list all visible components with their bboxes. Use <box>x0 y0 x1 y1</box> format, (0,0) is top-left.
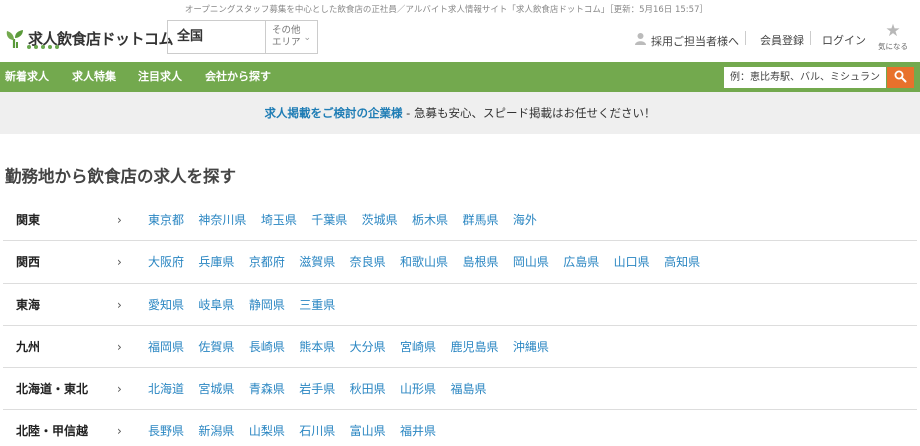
chevron-down-icon: ⌄ <box>303 33 311 43</box>
employer-link-label: 採用ご担当者様へ <box>651 34 739 48</box>
prefecture-link[interactable]: 海外 <box>513 199 537 241</box>
logo-dots <box>27 45 59 49</box>
prefecture-link[interactable]: 秋田県 <box>350 368 386 410</box>
prefecture-link[interactable]: 群馬県 <box>462 199 498 241</box>
prefecture-link[interactable]: 埼玉県 <box>261 199 297 241</box>
region-name[interactable]: 北陸・甲信越 <box>16 410 88 446</box>
prefecture-links: 北海道 宮城県 青森県 岩手県 秋田県 山形県 福島県 <box>148 368 501 410</box>
region-name[interactable]: 関東 <box>16 199 40 241</box>
chevron-right-icon: › <box>117 382 122 397</box>
chevron-right-icon: › <box>117 297 122 312</box>
nav-divider <box>810 31 811 45</box>
prefecture-link[interactable]: 北海道 <box>148 368 184 410</box>
prefecture-link[interactable]: 大分県 <box>350 326 386 368</box>
prefecture-link[interactable]: 奈良県 <box>350 241 386 283</box>
site-header: 求人飲食店ドットコム 全国 その他 エリア ⌄ 採用ご担当者様へ 会員登録 ログ… <box>0 0 920 62</box>
favorites-button[interactable]: ★ 気になる <box>876 23 910 52</box>
person-icon <box>634 32 647 49</box>
prefecture-link[interactable]: 佐賀県 <box>198 326 234 368</box>
prefecture-link[interactable]: 島根県 <box>462 241 498 283</box>
star-icon: ★ <box>885 21 901 41</box>
prefecture-link[interactable]: 茨城県 <box>362 199 398 241</box>
prefecture-link[interactable]: 福岡県 <box>148 326 184 368</box>
prefecture-link[interactable]: 山口県 <box>614 241 650 283</box>
search-button[interactable] <box>887 67 914 88</box>
employer-link[interactable]: 採用ご担当者様へ <box>634 32 739 49</box>
other-area-button[interactable]: その他 エリア ⌄ <box>265 21 317 53</box>
prefecture-link[interactable]: 兵庫県 <box>198 241 234 283</box>
chevron-right-icon: › <box>117 339 122 354</box>
prefecture-link[interactable]: 沖縄県 <box>513 326 549 368</box>
page-title: 勤務地から飲食店の求人を探す <box>5 167 236 186</box>
nav-divider <box>745 31 746 45</box>
prefecture-links: 愛知県 岐阜県 静岡県 三重県 <box>148 284 350 326</box>
prefecture-link[interactable]: 神奈川県 <box>198 199 246 241</box>
region-name[interactable]: 関西 <box>16 241 40 283</box>
employer-banner: 求人掲載をご検討の企業様 - 急募も安心、スピード掲載はお任せください！ <box>0 92 920 134</box>
region-row: 九州 › 福岡県 佐賀県 長崎県 熊本県 大分県 宮崎県 鹿児島県 沖縄県 <box>3 326 917 369</box>
prefecture-link[interactable]: 岐阜県 <box>198 284 234 326</box>
menu-item-companies[interactable]: 会社から探す <box>205 62 271 92</box>
menu-item-new-jobs[interactable]: 新着求人 <box>5 62 49 92</box>
prefecture-links: 東京都 神奈川県 埼玉県 千葉県 茨城県 栃木県 群馬県 海外 <box>148 199 551 241</box>
prefecture-link[interactable]: 宮城県 <box>198 368 234 410</box>
region-row: 関西 › 大阪府 兵庫県 京都府 滋賀県 奈良県 和歌山県 島根県 岡山県 広島県 山口県 高知県 <box>3 241 917 284</box>
prefecture-link[interactable]: 長崎県 <box>249 326 285 368</box>
prefecture-link[interactable]: 広島県 <box>563 241 599 283</box>
region-row: 東海 › 愛知県 岐阜県 静岡県 三重県 <box>3 284 917 326</box>
region-name[interactable]: 東海 <box>16 284 40 326</box>
prefecture-link[interactable]: 山形県 <box>400 368 436 410</box>
banner-employer-link[interactable]: 求人掲載をご検討の企業様 <box>265 106 403 120</box>
region-name[interactable]: 北海道・東北 <box>16 368 88 410</box>
prefecture-link[interactable]: 熊本県 <box>299 326 335 368</box>
banner-text: - 急募も安心、スピード掲載はお任せください！ <box>402 106 656 120</box>
prefecture-link[interactable]: 高知県 <box>664 241 700 283</box>
prefecture-link[interactable]: 愛知県 <box>148 284 184 326</box>
prefecture-link[interactable]: 石川県 <box>299 410 335 446</box>
prefecture-links: 長野県 新潟県 山梨県 石川県 富山県 福井県 <box>148 410 450 446</box>
prefecture-link[interactable]: 千葉県 <box>311 199 347 241</box>
area-value[interactable]: 全国 <box>168 21 265 53</box>
area-selector[interactable]: 全国 その他 エリア ⌄ <box>167 20 318 54</box>
prefecture-links: 福岡県 佐賀県 長崎県 熊本県 大分県 宮崎県 鹿児島県 沖縄県 <box>148 326 563 368</box>
favorites-label: 気になる <box>878 42 908 51</box>
prefecture-link[interactable]: 静岡県 <box>249 284 285 326</box>
prefecture-link[interactable]: 滋賀県 <box>299 241 335 283</box>
prefecture-link[interactable]: 富山県 <box>350 410 386 446</box>
chevron-right-icon: › <box>117 213 122 227</box>
prefecture-link[interactable]: 東京都 <box>148 199 184 241</box>
prefecture-link[interactable]: 山梨県 <box>249 410 285 446</box>
prefecture-link[interactable]: 青森県 <box>249 368 285 410</box>
search-icon <box>894 68 907 87</box>
prefecture-link[interactable]: 岩手県 <box>299 368 335 410</box>
prefecture-link[interactable]: 大阪府 <box>148 241 184 283</box>
prefecture-link[interactable]: 三重県 <box>299 284 335 326</box>
menu-item-features[interactable]: 求人特集 <box>72 62 116 92</box>
login-link[interactable]: ログイン <box>822 32 866 48</box>
prefecture-link[interactable]: 福島県 <box>450 368 486 410</box>
region-row: 北陸・甲信越 › 長野県 新潟県 山梨県 石川県 富山県 福井県 <box>3 410 917 446</box>
region-list: 関東 › 東京都 神奈川県 埼玉県 千葉県 茨城県 栃木県 群馬県 海外関西 › 大阪府 兵庫県 京都府滋… <box>3 199 917 446</box>
chevron-right-icon: › <box>117 255 122 270</box>
prefecture-link[interactable]: 京都府 <box>249 241 285 283</box>
region-row: 関東 › 東京都 神奈川県 埼玉県 千葉県 茨城県 栃木県 群馬県 海外 <box>3 199 917 242</box>
register-link[interactable]: 会員登録 <box>760 32 804 48</box>
sprout-icon <box>5 29 25 49</box>
prefecture-link[interactable]: 栃木県 <box>412 199 448 241</box>
main-menu-bar: 新着求人 求人特集 注目求人 会社から探す <box>0 62 920 92</box>
menu-item-featured[interactable]: 注目求人 <box>138 62 182 92</box>
prefecture-link[interactable]: 新潟県 <box>198 410 234 446</box>
region-name[interactable]: 九州 <box>16 326 40 368</box>
prefecture-link[interactable]: 岡山県 <box>513 241 549 283</box>
region-row: 北海道・東北 › 北海道 宮城県 青森県 岩手県 秋田県 山形県 福島県 <box>3 368 917 411</box>
prefecture-link[interactable]: 和歌山県 <box>400 241 448 283</box>
prefecture-link[interactable]: 福井県 <box>400 410 436 446</box>
prefecture-link[interactable]: 宮崎県 <box>400 326 436 368</box>
prefecture-links: 大阪府 兵庫県 京都府 滋賀県 奈良県 和歌山県 島根県 岡山県 広島県 山口県 高知県 <box>148 241 714 283</box>
search-input[interactable] <box>724 67 886 88</box>
prefecture-link[interactable]: 長野県 <box>148 410 184 446</box>
chevron-right-icon: › <box>117 424 122 439</box>
prefecture-link[interactable]: 鹿児島県 <box>450 326 498 368</box>
